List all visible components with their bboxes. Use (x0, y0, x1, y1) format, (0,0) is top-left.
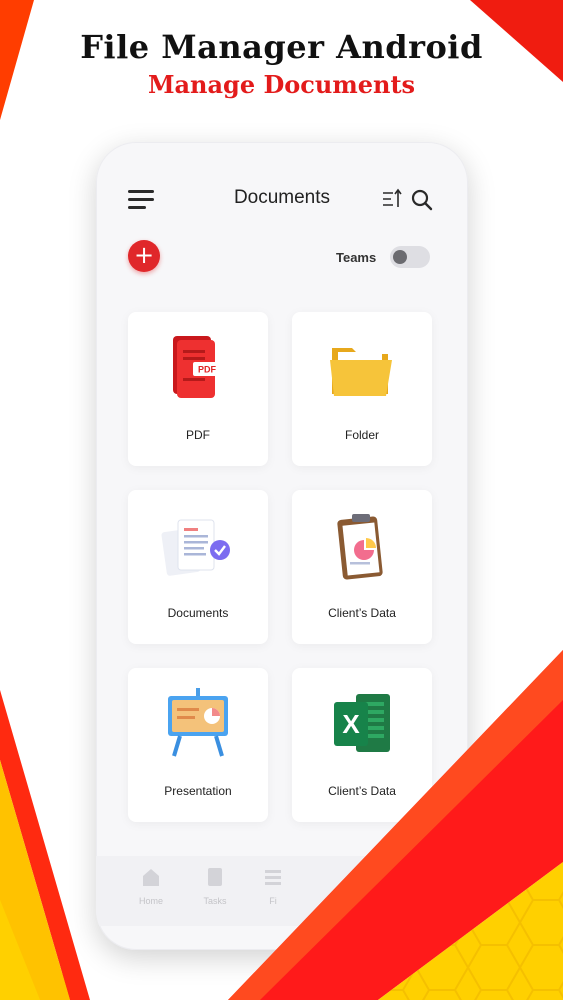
nav-label: Tasks (203, 896, 227, 906)
category-label: Presentation (164, 784, 232, 798)
teams-label: Teams (336, 250, 377, 265)
category-label: Client’s Data (328, 784, 396, 798)
nav-label: Home (138, 896, 163, 906)
docs-icon (403, 868, 417, 886)
search-icon[interactable] (410, 188, 434, 212)
category-card-folder[interactable]: Folder (292, 312, 432, 466)
documents-icon (161, 519, 230, 576)
category-card-documents[interactable]: Documents (128, 490, 268, 644)
presentation-board-icon (168, 688, 228, 757)
plus-icon: + (133, 241, 155, 269)
promo-headline: File Manager Android (80, 28, 483, 66)
promo-subheadline: Manage Documents (147, 70, 416, 99)
nav-label: Fi (269, 896, 277, 906)
pdf-file-icon: PDF (173, 336, 221, 398)
category-label: Documents (167, 606, 229, 620)
phone-screen: Documents + Teams PDF PDF Folder Documen… (96, 142, 468, 950)
nav-label: Docs (399, 896, 421, 906)
teams-toggle[interactable] (390, 246, 430, 268)
nav-item-docs[interactable]: Docs (385, 866, 435, 906)
nav-item-files[interactable]: Fi (248, 866, 298, 906)
category-card-pdf[interactable]: PDF PDF (128, 312, 268, 466)
svg-text:X: X (342, 709, 360, 739)
files-icon (265, 870, 281, 885)
add-button[interactable]: + (128, 240, 160, 272)
sort-icon[interactable] (382, 188, 404, 210)
category-label: Client’s Data (328, 606, 396, 620)
category-label: Folder (344, 428, 379, 442)
nav-item-tasks[interactable]: Tasks (190, 866, 240, 906)
toggle-knob (393, 250, 407, 264)
category-card-clients-data[interactable]: Client’s Data (292, 490, 432, 644)
category-card-clients-data-excel[interactable]: X Client’s Data (292, 668, 432, 822)
home-icon (143, 869, 159, 886)
clipboard-chart-icon (337, 514, 383, 580)
nav-item-home[interactable]: Home (126, 866, 176, 906)
folder-icon (330, 348, 392, 396)
app-bar: Documents (96, 178, 468, 218)
bottom-navigation: Home Tasks Fi Docs (96, 856, 468, 926)
excel-icon: X (334, 694, 390, 752)
svg-text:PDF: PDF (198, 365, 217, 375)
category-label: PDF (186, 428, 210, 442)
category-card-presentation[interactable]: Presentation (128, 668, 268, 822)
tasks-icon (208, 868, 222, 886)
